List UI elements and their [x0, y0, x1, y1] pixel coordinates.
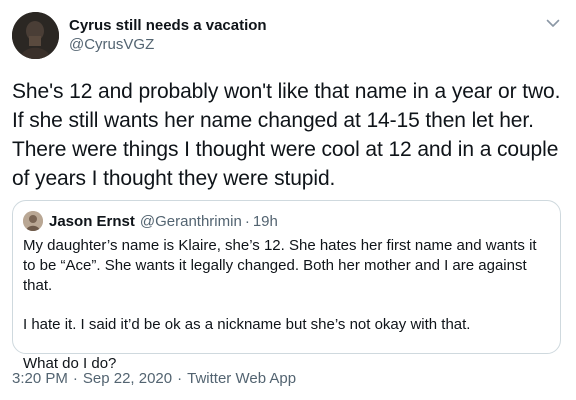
tweet-time[interactable]: 3:20 PM [12, 370, 68, 387]
chevron-down-icon [546, 19, 560, 27]
avatar-photo-icon [12, 12, 59, 59]
tweet-source-link[interactable]: Twitter Web App [187, 370, 296, 387]
quoted-display-name[interactable]: Jason Ernst [49, 213, 135, 230]
meta-separator: · [177, 370, 183, 387]
quoted-avatar-photo-icon [23, 211, 43, 231]
quoted-paragraph: I hate it. I said it’d be ok as a nickna… [23, 316, 471, 333]
quoted-avatar[interactable] [23, 211, 43, 231]
author-display-name[interactable]: Cyrus still needs a vacation [69, 16, 267, 35]
quoted-paragraph: My daughter’s name is Klaire, she’s 12. … [23, 237, 537, 294]
tweet-metadata: 3:20 PM · Sep 22, 2020 · Twitter Web App [12, 370, 296, 387]
tweet-text: She's 12 and probably won't like that na… [12, 80, 561, 190]
avatar[interactable] [12, 12, 59, 59]
meta-separator: · [72, 370, 78, 387]
tweet: Cyrus still needs a vacation @CyrusVGZ S… [0, 0, 576, 400]
author-handle[interactable]: @CyrusVGZ [69, 35, 267, 54]
quoted-tweet[interactable]: Jason Ernst @Geranthrimin · 19h My daugh… [12, 200, 561, 372]
quoted-tweet-text: My daughter’s name is Klaire, she’s 12. … [23, 236, 553, 374]
tweet-menu-button[interactable] [544, 14, 562, 32]
tweet-header: Cyrus still needs a vacation @CyrusVGZ [12, 12, 564, 60]
author-names: Cyrus still needs a vacation @CyrusVGZ [69, 16, 267, 54]
quoted-handle[interactable]: @Geranthrimin [140, 213, 242, 230]
quoted-separator: · [244, 212, 250, 230]
tweet-date[interactable]: Sep 22, 2020 [83, 370, 172, 387]
quoted-timestamp[interactable]: 19h [253, 213, 278, 230]
quoted-tweet-header: Jason Ernst @Geranthrimin · 19h [23, 211, 278, 231]
